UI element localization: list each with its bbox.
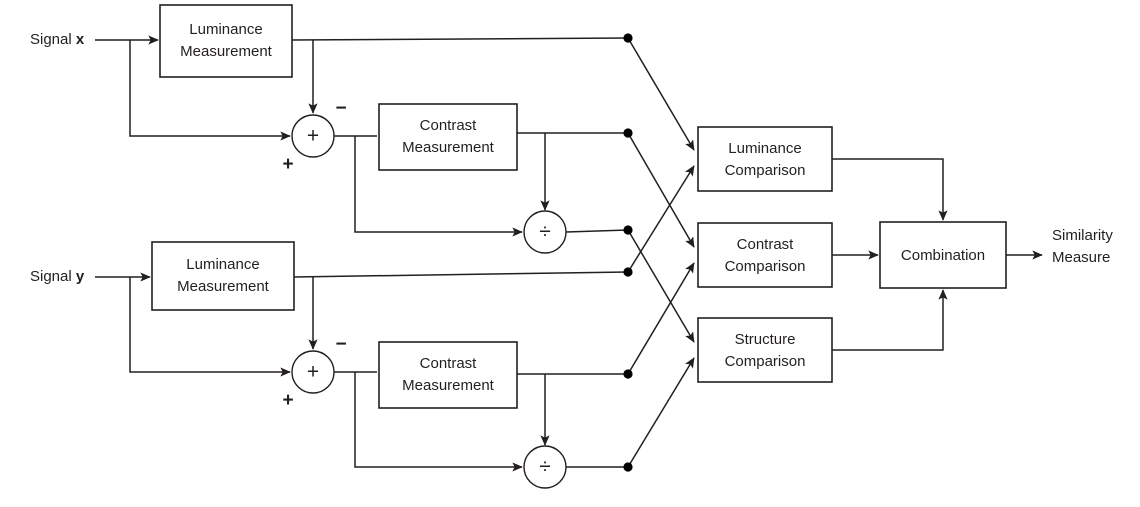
box-outline bbox=[697, 126, 833, 192]
process-boxes: Luminance Measurement Contrast Measureme… bbox=[151, 4, 1007, 409]
label-similarity-measure-line1: Similarity bbox=[1052, 227, 1113, 244]
minus-sign-label: − bbox=[335, 334, 346, 355]
box-label-line2: Measurement bbox=[402, 377, 495, 394]
box-luminance-comparison[interactable]: Luminance Comparison bbox=[697, 126, 833, 192]
box-label-line2: Comparison bbox=[725, 258, 806, 275]
signal-y-prefix: Signal bbox=[30, 268, 76, 285]
node-dot-luminance-x bbox=[623, 33, 633, 43]
box-label-line2: Measurement bbox=[177, 278, 270, 295]
wire-dividerx-out bbox=[565, 229, 629, 233]
node-dot-structure-y bbox=[623, 462, 633, 472]
junction-nodes bbox=[623, 33, 633, 472]
wire-lumy-to-lumcomp bbox=[627, 165, 695, 273]
node-dot-contrast-y bbox=[623, 369, 633, 379]
box-label-line2: Comparison bbox=[725, 353, 806, 370]
divider-y[interactable]: ÷ bbox=[523, 445, 567, 489]
box-label-line1: Contrast bbox=[420, 117, 478, 134]
node-dot-contrast-x bbox=[623, 128, 633, 138]
plus-sign-label: + bbox=[282, 390, 293, 411]
box-contrast-comparison[interactable]: Contrast Comparison bbox=[697, 222, 833, 288]
wire-lumx-out bbox=[291, 37, 629, 41]
plus-glyph: + bbox=[307, 125, 319, 148]
wire-structcomp-to-combination bbox=[832, 289, 948, 351]
ssim-block-diagram: Luminance Measurement Contrast Measureme… bbox=[0, 0, 1140, 507]
signal-y-symbol: y bbox=[76, 268, 85, 285]
node-dot-structure-x bbox=[623, 225, 633, 235]
box-luminance-measurement-x[interactable]: Luminance Measurement bbox=[159, 4, 293, 78]
box-label-line2: Measurement bbox=[402, 139, 495, 156]
wires-crossings bbox=[627, 37, 695, 468]
box-structure-comparison[interactable]: Structure Comparison bbox=[697, 317, 833, 383]
wire-structx-to-structcomp bbox=[627, 229, 695, 343]
box-outline bbox=[159, 4, 293, 78]
wire-structy-to-structcomp bbox=[627, 357, 695, 468]
box-label-line2: Measurement bbox=[180, 43, 273, 60]
box-outline bbox=[378, 341, 518, 409]
minus-sign-label: − bbox=[335, 98, 346, 119]
box-combination[interactable]: Combination bbox=[879, 221, 1007, 289]
node-dot-luminance-y bbox=[623, 267, 633, 277]
box-label-line1: Combination bbox=[901, 247, 985, 264]
box-luminance-measurement-y[interactable]: Luminance Measurement bbox=[151, 241, 295, 311]
plus-glyph: + bbox=[307, 361, 319, 384]
box-label-line1: Contrast bbox=[737, 236, 795, 253]
box-label-line1: Luminance bbox=[189, 21, 262, 38]
wire-contrasty-to-contrastcomp bbox=[627, 262, 695, 375]
box-outline bbox=[378, 103, 518, 171]
signal-x-symbol: x bbox=[76, 31, 85, 48]
label-similarity-measure-line2: Measure bbox=[1052, 249, 1110, 266]
label-signal-y: Signal y bbox=[30, 268, 85, 285]
plus-sign-label: + bbox=[282, 154, 293, 175]
box-outline bbox=[697, 222, 833, 288]
wire-lumx-to-lumcomp bbox=[627, 37, 695, 151]
box-label-line1: Structure bbox=[735, 331, 796, 348]
diagram-canvas: Luminance Measurement Contrast Measureme… bbox=[30, 4, 1113, 489]
wire-contrastx-to-contrastcomp bbox=[627, 132, 695, 248]
box-label-line1: Luminance bbox=[186, 256, 259, 273]
box-label-line2: Comparison bbox=[725, 162, 806, 179]
divide-glyph: ÷ bbox=[539, 221, 551, 244]
box-label-line1: Contrast bbox=[420, 355, 478, 372]
divide-glyph: ÷ bbox=[539, 456, 551, 479]
wire-lumcomp-to-combination bbox=[832, 158, 948, 221]
box-outline bbox=[151, 241, 295, 311]
box-label-line1: Luminance bbox=[728, 140, 801, 157]
divider-x[interactable]: ÷ bbox=[523, 210, 567, 254]
box-outline bbox=[697, 317, 833, 383]
box-contrast-measurement-y[interactable]: Contrast Measurement bbox=[378, 341, 518, 409]
wire-lumy-out bbox=[293, 271, 629, 278]
label-signal-x: Signal x bbox=[30, 31, 85, 48]
signal-x-prefix: Signal bbox=[30, 31, 76, 48]
box-contrast-measurement-x[interactable]: Contrast Measurement bbox=[378, 103, 518, 171]
